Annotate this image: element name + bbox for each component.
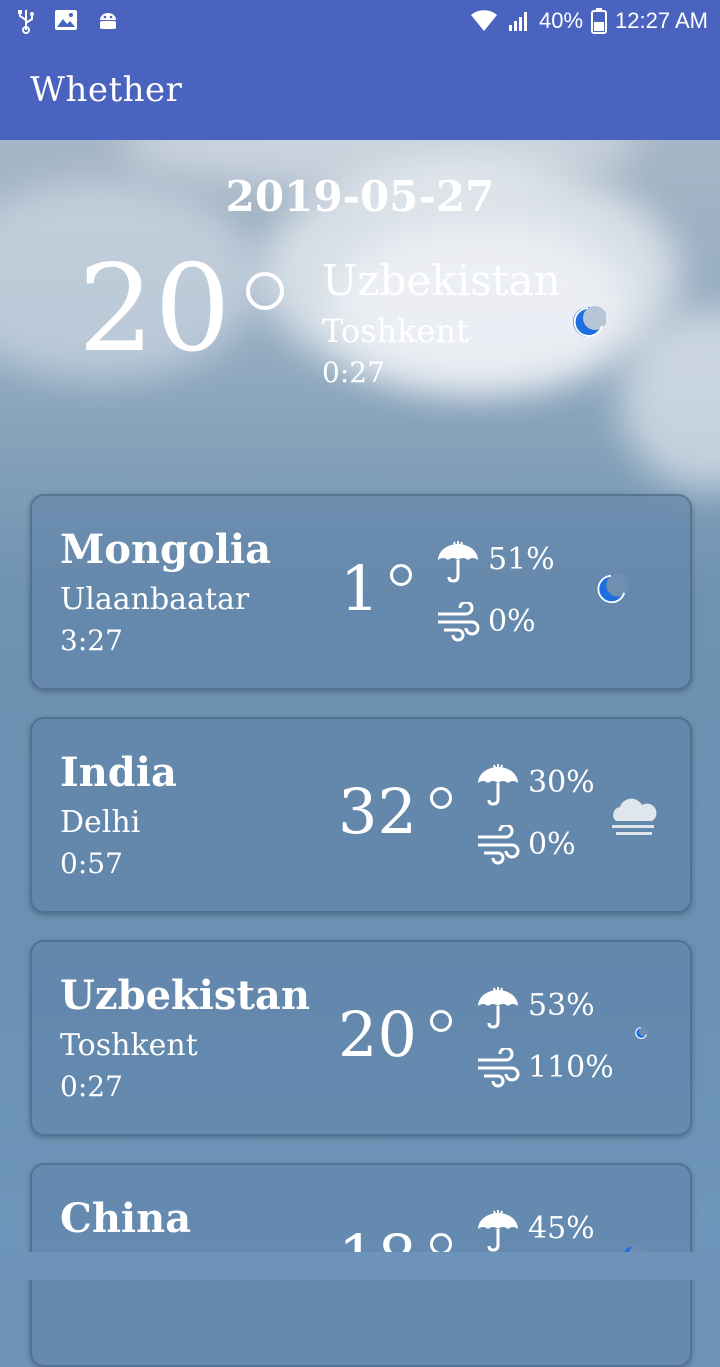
hero-city: Toshkent [322,312,469,350]
card-city: Ulaanbaatar [60,582,250,617]
date-label: 2019-05-27 [225,172,495,221]
card-city: Toshkent [60,1028,198,1063]
card-country: India [60,749,177,796]
card-country: Uzbekistan [60,972,310,1019]
usb-icon [18,10,34,34]
hero-time: 0:27 [322,356,385,389]
degree-symbol [246,272,284,310]
card-time: 3:27 [60,624,123,657]
fog-cloud-icon [612,798,657,835]
status-bar: 40% 12:27 AM [0,0,720,42]
weather-card[interactable]: Mongolia Ulaanbaatar 3:27 1 51% 0% [30,494,692,690]
card-rain: 51% [488,542,555,577]
wifi-icon [471,10,497,31]
hero-country: Uzbekistan [322,256,561,305]
card-time: 0:27 [60,1070,123,1103]
card-wind: 0% [528,827,576,862]
wind-icon [438,602,480,642]
card-temperature: 20 [338,998,417,1071]
wind-icon [478,1048,520,1088]
android-icon [100,13,116,29]
card-temperature: 1 [340,552,380,625]
battery-percent: 40% [539,8,584,33]
moon-icon [573,306,606,337]
card-country: China [60,1195,192,1242]
weather-card[interactable]: India Delhi 0:57 32 30% 0% [30,717,692,913]
weather-card[interactable]: Uzbekistan Toshkent 0:27 20 53% 110% [30,940,692,1136]
wind-icon [478,825,520,865]
moon-icon [596,573,628,604]
card-rain: 45% [528,1211,595,1246]
hero-temperature: 20 [78,240,231,379]
app-bar: Whether [0,42,720,140]
moon-icon [635,1026,648,1040]
degree-symbol [390,564,412,586]
clock: 12:27 AM [615,8,708,33]
card-rain: 53% [528,988,595,1023]
image-icon [55,10,77,30]
card-country: Mongolia [60,526,271,573]
umbrella-icon [478,764,518,806]
card-rain: 30% [528,765,595,800]
app-title: Whether [30,70,183,110]
bottom-edge [0,1252,720,1280]
signal-icon [509,12,527,31]
umbrella-icon [478,1210,518,1252]
card-city: Delhi [60,805,141,840]
umbrella-icon [478,987,518,1029]
card-wind: 110% [528,1050,614,1085]
battery-icon [591,8,608,34]
degree-symbol [430,787,452,809]
card-temperature: 32 [338,775,417,848]
degree-symbol [430,1010,452,1032]
card-time: 0:57 [60,847,123,880]
card-wind: 0% [488,604,536,639]
umbrella-icon [438,541,478,583]
